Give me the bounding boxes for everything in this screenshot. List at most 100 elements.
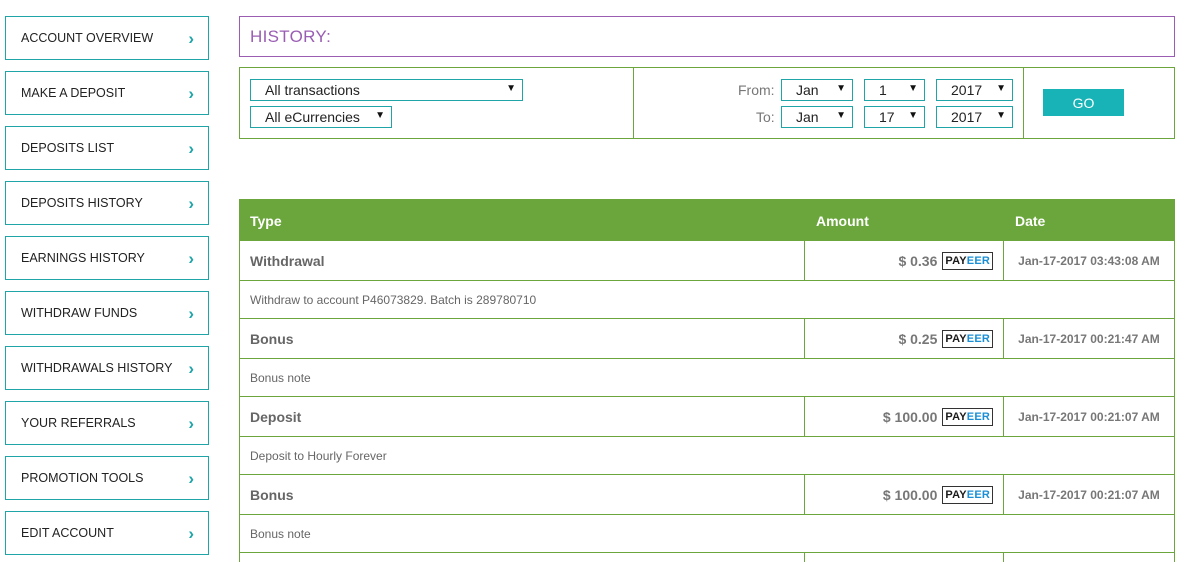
payeer-logo-icon: PAY EER [942, 485, 993, 504]
row-amount-cell: $ 100.00 PAY EER [805, 397, 1004, 436]
payeer-logo-part2: EER [966, 332, 990, 345]
row-type: Deposit [240, 397, 805, 436]
sidebar-item-withdrawals-history[interactable]: WITHDRAWALS HISTORY › [5, 346, 209, 390]
row-note: Deposit to Hourly Forever [240, 437, 1174, 475]
chevron-right-icon: › [188, 358, 194, 378]
sidebar-item-make-deposit[interactable]: MAKE A DEPOSIT › [5, 71, 209, 115]
payeer-logo-icon: PAY EER [942, 407, 993, 426]
date-range-section: From: To: Jan ▼ 1 ▼ 2017 ▼ Jan ▼ 17 ▼ 20… [634, 68, 1024, 138]
to-year-select[interactable]: 2017 ▼ [936, 106, 1013, 128]
row-amount: $ 0.36 [898, 252, 938, 269]
payeer-logo-part2: EER [966, 488, 990, 501]
payeer-logo-part1: PAY [945, 332, 967, 345]
filter-panel: All transactions ▼ All eCurrencies ▼ Fro… [239, 67, 1175, 139]
table-header: Type Amount Date [240, 200, 1174, 241]
from-day-select[interactable]: 1 ▼ [864, 79, 925, 101]
from-year-select[interactable]: 2017 ▼ [936, 79, 1013, 101]
payeer-logo-icon: PAY EER [942, 329, 993, 348]
chevron-right-icon: › [188, 413, 194, 433]
sidebar-item-label: DEPOSITS HISTORY [21, 196, 143, 210]
payeer-logo-icon: PAY EER [942, 251, 993, 270]
column-header-amount: Amount [816, 212, 869, 229]
sidebar-item-label: WITHDRAW FUNDS [21, 306, 138, 320]
row-date: Jan-17-2017 00:21:07 AM [1018, 487, 1160, 502]
from-year-value: 2017 [951, 82, 983, 98]
to-day-value: 17 [879, 109, 895, 125]
to-month-select[interactable]: Jan ▼ [781, 106, 853, 128]
sidebar-item-account-overview[interactable]: ACCOUNT OVERVIEW › [5, 16, 209, 60]
row-type: Bonus [240, 319, 805, 358]
go-button[interactable]: GO [1043, 89, 1124, 116]
sidebar-item-label: WITHDRAWALS HISTORY [21, 361, 173, 375]
currency-value: All eCurrencies [265, 109, 360, 125]
main-content: HISTORY: All transactions ▼ All eCurrenc… [239, 16, 1175, 139]
dropdown-arrow-icon: ▼ [836, 110, 846, 121]
table-row: Bonus $ 100.00 PAY EER Jan-17-2017 00:21:… [240, 475, 1174, 515]
sidebar-nav: ACCOUNT OVERVIEW › MAKE A DEPOSIT › DEPO… [5, 16, 209, 562]
to-month-value: Jan [796, 109, 819, 125]
dropdown-arrow-icon: ▼ [506, 83, 516, 94]
page-title-box: HISTORY: [239, 16, 1175, 57]
go-section: GO [1024, 68, 1174, 138]
sidebar-item-label: DEPOSITS LIST [21, 141, 115, 155]
to-label: To: [756, 109, 775, 125]
sidebar-item-earnings-history[interactable]: EARNINGS HISTORY › [5, 236, 209, 280]
from-month-value: Jan [796, 82, 819, 98]
row-type-empty [240, 553, 805, 562]
row-amount-cell: $ 100.00 PAY EER [805, 475, 1004, 514]
row-note: Bonus note [240, 515, 1174, 553]
sidebar-item-label: EARNINGS HISTORY [21, 251, 145, 265]
to-year-value: 2017 [951, 109, 983, 125]
column-header-date: Date [1015, 212, 1046, 229]
from-month-select[interactable]: Jan ▼ [781, 79, 853, 101]
column-header-type: Type [250, 212, 282, 229]
dropdown-arrow-icon: ▼ [996, 83, 1006, 94]
row-note: Withdraw to account P46073829. Batch is … [240, 281, 1174, 319]
currency-select[interactable]: All eCurrencies ▼ [250, 106, 392, 128]
table-row: Bonus $ 0.25 PAY EER Jan-17-2017 00:21:47… [240, 319, 1174, 359]
filter-type-section: All transactions ▼ All eCurrencies ▼ [240, 68, 634, 138]
row-amount: $ 0.25 [898, 330, 938, 347]
sidebar-item-promotion-tools[interactable]: PROMOTION TOOLS › [5, 456, 209, 500]
sidebar-item-label: YOUR REFERRALS [21, 416, 136, 430]
payeer-logo-part1: PAY [945, 488, 967, 501]
sidebar-item-withdraw-funds[interactable]: WITHDRAW FUNDS › [5, 291, 209, 335]
transaction-type-select[interactable]: All transactions ▼ [250, 79, 523, 101]
sidebar-item-label: ACCOUNT OVERVIEW [21, 31, 154, 45]
table-row: Withdrawal $ 0.36 PAY EER Jan-17-2017 03:… [240, 241, 1174, 281]
from-day-value: 1 [879, 82, 887, 98]
sidebar-item-edit-account[interactable]: EDIT ACCOUNT › [5, 511, 209, 555]
page-title: HISTORY: [250, 26, 332, 46]
chevron-right-icon: › [188, 303, 194, 323]
row-amount: $ 100.00 [882, 408, 938, 425]
row-date-empty [1004, 553, 1174, 562]
row-type: Withdrawal [240, 241, 805, 280]
sidebar-item-deposits-list[interactable]: DEPOSITS LIST › [5, 126, 209, 170]
dropdown-arrow-icon: ▼ [908, 110, 918, 121]
row-amount-empty [805, 553, 1004, 562]
to-day-select[interactable]: 17 ▼ [864, 106, 925, 128]
chevron-right-icon: › [188, 138, 194, 158]
payeer-logo-part1: PAY [945, 254, 967, 267]
row-amount-cell: $ 0.36 PAY EER [805, 241, 1004, 280]
payeer-logo-part2: EER [966, 410, 990, 423]
sidebar-item-your-referrals[interactable]: YOUR REFERRALS › [5, 401, 209, 445]
row-amount-cell: $ 0.25 PAY EER [805, 319, 1004, 358]
sidebar-item-deposits-history[interactable]: DEPOSITS HISTORY › [5, 181, 209, 225]
payeer-logo-part1: PAY [945, 410, 967, 423]
dropdown-arrow-icon: ▼ [996, 110, 1006, 121]
from-label: From: [738, 82, 775, 98]
dropdown-arrow-icon: ▼ [836, 83, 846, 94]
row-amount: $ 100.00 [882, 486, 938, 503]
dropdown-arrow-icon: ▼ [375, 110, 385, 121]
row-date: Jan-17-2017 00:21:07 AM [1018, 409, 1160, 424]
chevron-right-icon: › [188, 523, 194, 543]
chevron-right-icon: › [188, 468, 194, 488]
row-date: Jan-17-2017 00:21:47 AM [1018, 331, 1160, 346]
table-row-partial [240, 553, 1174, 562]
transaction-type-value: All transactions [265, 82, 360, 98]
dropdown-arrow-icon: ▼ [908, 83, 918, 94]
history-table: Type Amount Date Withdrawal $ 0.36 PAY EE… [239, 199, 1175, 562]
chevron-right-icon: › [188, 248, 194, 268]
chevron-right-icon: › [188, 83, 194, 103]
